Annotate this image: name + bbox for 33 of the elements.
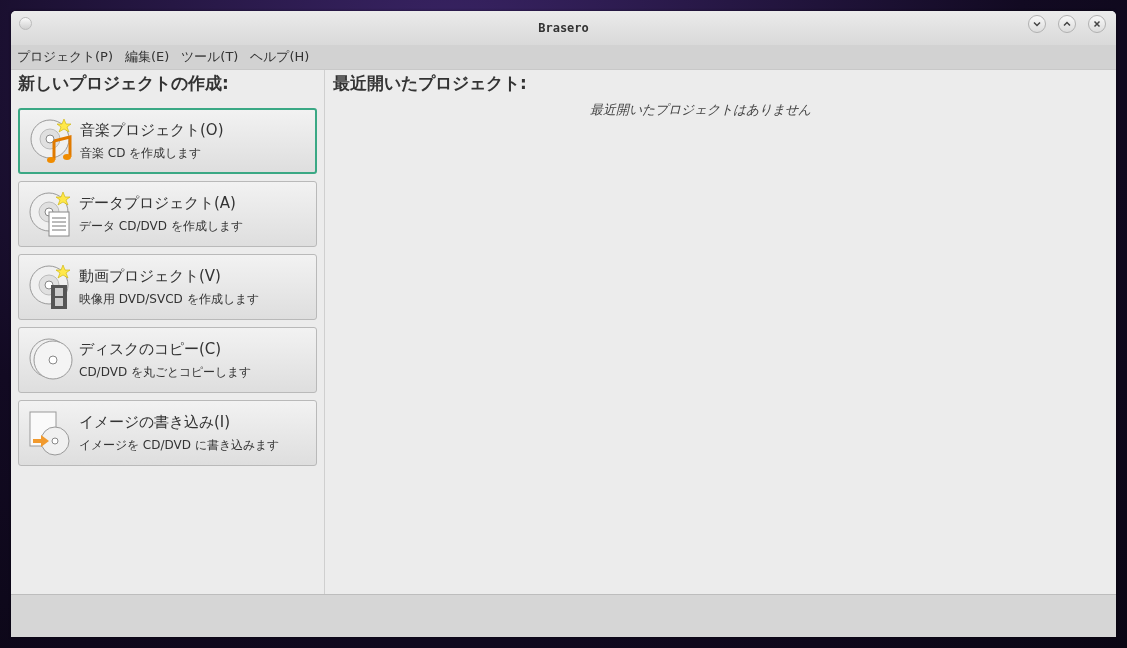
project-button[interactable]: イメージの書き込み(I) イメージを CD/DVD に書き込みます xyxy=(18,400,317,466)
project-button[interactable]: 音楽プロジェクト(O) 音楽 CD を作成します xyxy=(18,108,317,174)
empty-message: 最近開いたプロジェクトはありません xyxy=(590,101,811,119)
menu-item[interactable]: プロジェクト(P) xyxy=(17,48,113,66)
project-description: イメージを CD/DVD に書き込みます xyxy=(79,436,279,454)
window-title: Brasero xyxy=(538,21,589,35)
chevron-up-icon xyxy=(1062,19,1072,29)
menu-item[interactable]: ツール(T) xyxy=(181,48,239,66)
section-heading: 新しいプロジェクトの作成: xyxy=(18,72,230,95)
disc-film-icon xyxy=(27,263,73,311)
project-title: 音楽プロジェクト(O) xyxy=(80,120,224,140)
project-description: 音楽 CD を作成します xyxy=(80,144,203,162)
project-description: CD/DVD を丸ごとコピーします xyxy=(79,363,251,381)
project-button[interactable]: 動画プロジェクト(V) 映像用 DVD/SVCD を作成します xyxy=(18,254,317,320)
project-description: 映像用 DVD/SVCD を作成します xyxy=(79,290,259,308)
disc-music-note-icon xyxy=(28,117,74,165)
menu-item[interactable]: 編集(E) xyxy=(125,48,170,66)
maximize-button[interactable] xyxy=(1058,15,1076,33)
minimize-button[interactable] xyxy=(1028,15,1046,33)
image-burn-icon xyxy=(27,409,73,457)
section-heading: 最近開いたプロジェクト: xyxy=(333,72,528,95)
project-button[interactable]: データプロジェクト(A) データ CD/DVD を作成します xyxy=(18,181,317,247)
project-title: ディスクのコピー(C) xyxy=(79,339,223,359)
project-title: データプロジェクト(A) xyxy=(79,193,237,213)
project-button[interactable]: ディスクのコピー(C) CD/DVD を丸ごとコピーします xyxy=(18,327,317,393)
close-icon xyxy=(1092,19,1102,29)
close-button[interactable] xyxy=(1088,15,1106,33)
project-title: 動画プロジェクト(V) xyxy=(79,266,222,286)
project-description: データ CD/DVD を作成します xyxy=(79,217,243,235)
chevron-down-icon xyxy=(1032,19,1042,29)
project-title: イメージの書き込み(I) xyxy=(79,412,232,432)
disc-document-icon xyxy=(27,190,73,238)
menu-item[interactable]: ヘルプ(H) xyxy=(250,48,310,66)
